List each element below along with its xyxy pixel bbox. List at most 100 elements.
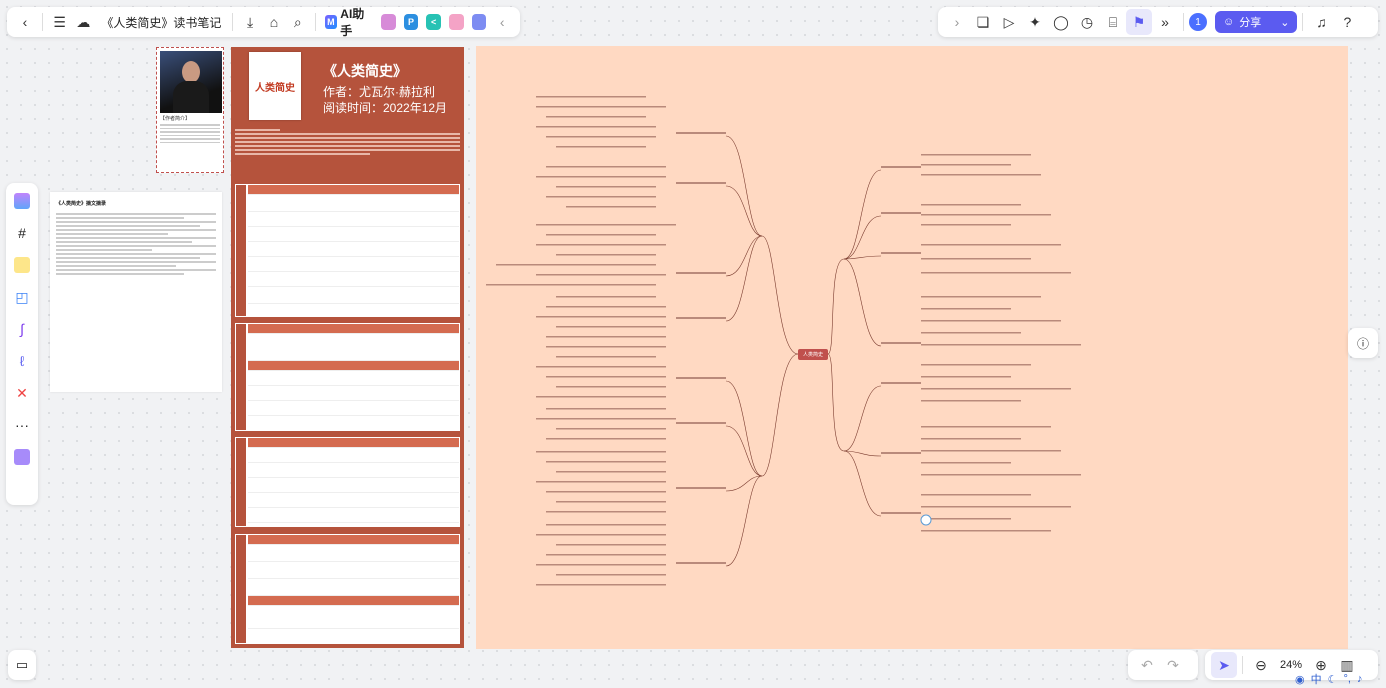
text-line [235, 141, 460, 143]
timer-icon[interactable]: ◷ [1074, 9, 1100, 35]
tag-icon[interactable]: ⌂ [262, 9, 286, 35]
bell-icon[interactable]: ♫ [1308, 9, 1334, 35]
section-table-3[interactable] [235, 437, 460, 527]
user-avatar[interactable]: 1 [1189, 13, 1207, 31]
text-line [56, 253, 216, 255]
author-photo [160, 51, 222, 113]
text-line [160, 127, 220, 129]
text-line [160, 141, 220, 143]
text-line [56, 257, 200, 259]
sheet-date: 阅读时间：2022年12月 [323, 101, 448, 115]
image-plugin-icon[interactable] [381, 14, 396, 30]
shape-icon[interactable]: ◰ [10, 285, 34, 309]
expand-icon[interactable]: › [944, 9, 970, 35]
text-line [56, 213, 216, 215]
zoom-level[interactable]: 24% [1280, 659, 1302, 671]
author-label: 【作者简介】 [160, 116, 191, 122]
chevron-down-icon: ⌄ [1280, 16, 1290, 29]
play-icon[interactable]: ▷ [996, 9, 1022, 35]
ime-moon-icon[interactable]: ☾ [1328, 673, 1338, 686]
mindmap-center-node[interactable]: 人类简史 [798, 349, 828, 360]
pink-plugin-icon[interactable] [449, 14, 464, 30]
pen-icon[interactable]: ∫ [10, 317, 34, 341]
apps-icon[interactable] [10, 445, 34, 469]
vote-icon[interactable]: ⌸ [1100, 9, 1126, 35]
cloud-icon[interactable]: ☁ [72, 9, 96, 35]
text-line [56, 273, 184, 275]
text-line [235, 129, 280, 131]
p-plugin-icon[interactable]: P [403, 14, 419, 30]
help-icon[interactable]: ? [1334, 9, 1360, 35]
highlighter-icon[interactable]: ℓ [10, 349, 34, 373]
ime-logo-icon[interactable]: ◉ [1295, 673, 1305, 686]
section-table-4[interactable] [235, 534, 460, 644]
share-icon: ☺ [1223, 16, 1235, 28]
ai-logo-icon: M [324, 15, 338, 29]
chat-plugin-icon[interactable] [471, 14, 487, 30]
ai-assistant-button[interactable]: M AI助手 [324, 5, 374, 39]
text-line [56, 265, 176, 267]
book-cover: 人类简史 [249, 52, 301, 120]
author-head [182, 61, 200, 83]
sticky-note-icon[interactable] [10, 253, 34, 277]
sheet-title: 《人类简史》 [323, 63, 407, 79]
flow-plugin-icon[interactable]: < [426, 14, 441, 30]
zoom-out-icon[interactable]: ⊖ [1248, 652, 1274, 678]
divider [1302, 13, 1304, 31]
comment-icon[interactable]: ◯ [1048, 9, 1074, 35]
text-line [235, 149, 460, 151]
intro-block [235, 127, 460, 177]
book-cover-title: 人类简史 [255, 82, 295, 94]
menu-icon[interactable]: ☰ [48, 9, 72, 35]
excerpt-page[interactable]: 《人类简史》摘文摘录 [50, 192, 222, 392]
divider [1183, 13, 1184, 31]
text-line [56, 217, 184, 219]
minimap-icon[interactable]: ▭ [8, 650, 36, 680]
ime-punct-icon[interactable]: °, [1343, 673, 1350, 685]
back-icon[interactable]: ‹ [13, 9, 37, 35]
text-line [56, 269, 216, 271]
template-library-icon[interactable] [10, 189, 34, 213]
mindmap-icon[interactable]: ✕ [10, 381, 34, 405]
author-card[interactable]: 【作者简介】 [156, 47, 224, 173]
text-line [56, 241, 192, 243]
search-icon[interactable]: ⌕ [286, 9, 310, 35]
text-line [160, 124, 220, 126]
reading-notes-sheet[interactable]: 人类简史 《人类简史》 作者：尤瓦尔·赫拉利 阅读时间：2022年12月 [231, 47, 464, 648]
download-icon[interactable]: ⤓ [238, 9, 262, 35]
frame-icon[interactable]: # [10, 221, 34, 245]
text-line [235, 153, 370, 155]
top-right-toolbar: › ❏ ▷ ✦ ◯ ◷ ⌸ ⚑ » 1 ☺ 分享 ⌄ ♫ ? [938, 7, 1378, 37]
top-left-toolbar: ‹ ☰ ☁ 《人类简史》读书笔记 ⤓ ⌂ ⌕ M AI助手 P < ‹ [7, 5, 520, 39]
more-icon[interactable]: ··· [10, 413, 34, 437]
collapse-icon[interactable]: ‹ [490, 9, 514, 35]
text-line [56, 225, 200, 227]
share-button[interactable]: ☺ 分享 ⌄ [1215, 11, 1298, 33]
select-cursor-icon[interactable]: ➤ [1211, 652, 1237, 678]
section-table-2[interactable] [235, 323, 460, 431]
doc-title[interactable]: 《人类简史》读书笔记 [101, 14, 221, 31]
mindmap-board[interactable]: 人类简史 [476, 46, 1348, 649]
ime-mic-icon[interactable]: ♪ [1357, 673, 1363, 685]
undo-icon[interactable]: ↶ [1134, 652, 1160, 678]
section-table-1[interactable] [235, 184, 460, 317]
divider [314, 13, 316, 31]
share-label: 分享 [1239, 17, 1262, 29]
text-line [160, 134, 220, 136]
celebrate-icon[interactable]: ✦ [1022, 9, 1048, 35]
redo-icon[interactable]: ↷ [1160, 652, 1186, 678]
section-side [236, 438, 246, 526]
section-side [236, 535, 246, 643]
template-icon[interactable]: ❏ [970, 9, 996, 35]
text-line [56, 237, 216, 239]
text-line [160, 138, 220, 140]
text-line [56, 261, 216, 263]
follow-icon[interactable]: ⚑ [1126, 9, 1152, 35]
ai-assistant-label: AI助手 [340, 7, 365, 38]
sheet-author: 作者：尤瓦尔·赫拉利 [323, 85, 435, 99]
more-down-icon[interactable]: » [1152, 9, 1178, 35]
text-line [56, 249, 152, 251]
mindmap-branches [486, 96, 1081, 586]
ime-language[interactable]: 中 [1311, 671, 1322, 687]
info-icon[interactable]: ⓘ [1348, 328, 1378, 358]
